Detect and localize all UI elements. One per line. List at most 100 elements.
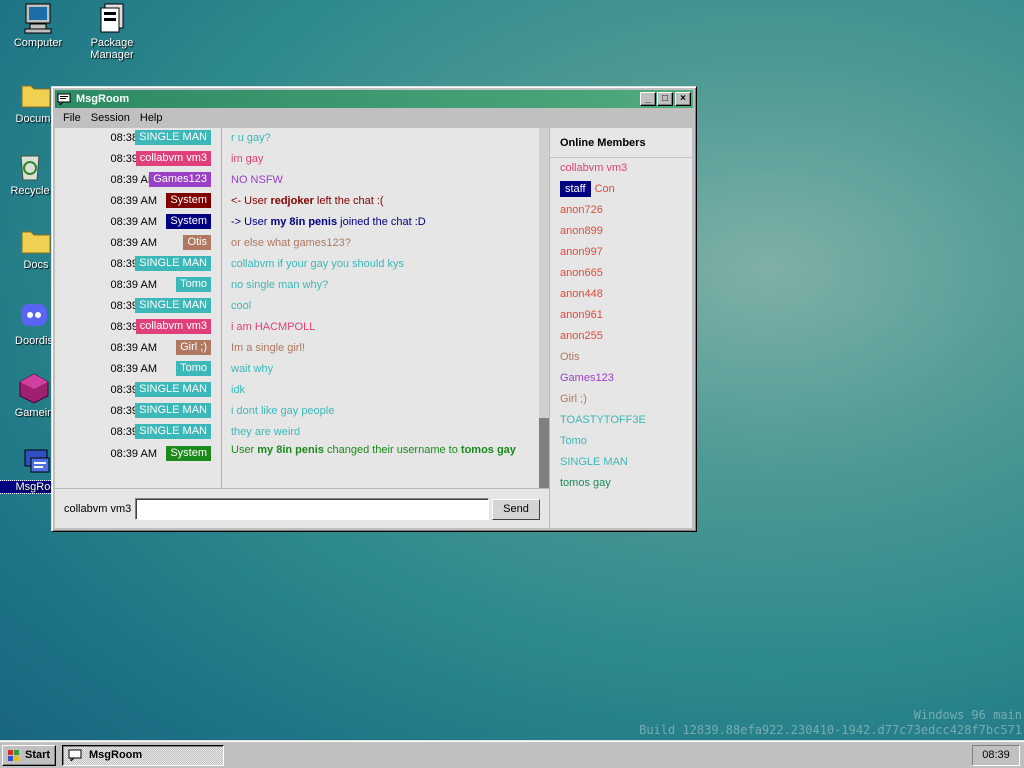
message-username-badge[interactable]: Girl ;) xyxy=(176,340,211,355)
message-text: User my 8in penis changed their username… xyxy=(231,444,521,457)
chat-message-row: 08:39 AM SINGLE MAN collabvm if your gay y… xyxy=(55,254,539,275)
chat-message-row: 08:39 AM SINGLE MAN idk xyxy=(55,380,539,401)
member-name: Tomo xyxy=(560,435,587,447)
recycle-bin-icon xyxy=(13,150,47,182)
member-name: Games123 xyxy=(560,372,614,384)
member-item[interactable]: anon665 xyxy=(550,263,692,284)
menu-file[interactable]: File xyxy=(58,112,86,124)
chat-message-row: 08:39 AM SINGLE MAN cool xyxy=(55,296,539,317)
message-username-badge[interactable]: Tomo xyxy=(176,277,211,292)
chat-scrollbar[interactable] xyxy=(539,128,549,488)
message-text: collabvm if your gay you should kys xyxy=(231,258,405,270)
menu-help[interactable]: Help xyxy=(135,112,168,124)
chat-message-row: 08:39 AM System <- User redjoker left the … xyxy=(55,191,539,212)
menu-session[interactable]: Session xyxy=(86,112,135,124)
message-username-mention: my 8in penis xyxy=(270,216,338,228)
message-username-mention: redjoker xyxy=(270,195,314,207)
message-username-badge[interactable]: SINGLE MAN xyxy=(135,130,211,145)
member-item[interactable]: anon899 xyxy=(550,221,692,242)
msgroom-window[interactable]: MsgRoom _ □ × File Session Help 08:38 AM… xyxy=(51,86,697,532)
message-username-badge[interactable]: SINGLE MAN xyxy=(135,403,211,418)
message-text: Im a single girl! xyxy=(231,342,305,354)
member-item[interactable]: Tomo xyxy=(550,431,692,452)
member-item[interactable]: Otis xyxy=(550,347,692,368)
message-text: i am HACMPOLL xyxy=(231,321,316,333)
window-titlebar[interactable]: MsgRoom _ □ × xyxy=(55,90,693,108)
desktop-icon-computer[interactable]: Computer xyxy=(0,2,76,49)
message-username-badge[interactable]: System xyxy=(166,193,211,208)
member-name: SINGLE MAN xyxy=(560,456,628,468)
message-username-badge[interactable]: collabvm vm3 xyxy=(135,151,211,166)
member-name: Con xyxy=(594,183,615,195)
member-item[interactable]: anon961 xyxy=(550,305,692,326)
chat-bubble-icon xyxy=(57,93,71,107)
minimize-button[interactable]: _ xyxy=(640,92,656,106)
member-item[interactable]: anon997 xyxy=(550,242,692,263)
message-text: -> User my 8in penis joined the chat :D xyxy=(231,216,426,228)
message-text: or else what games123? xyxy=(231,237,351,249)
message-username-badge[interactable]: System xyxy=(166,446,211,461)
message-username-badge[interactable]: System xyxy=(166,214,211,229)
message-timestamp: 08:39 AM xyxy=(110,216,157,228)
message-username-badge[interactable]: Otis xyxy=(183,235,211,250)
start-button[interactable]: Start xyxy=(2,745,56,766)
menu-bar: File Session Help xyxy=(55,108,693,128)
close-button[interactable]: × xyxy=(675,92,691,106)
folder-icon xyxy=(19,78,53,110)
maximize-button[interactable]: □ xyxy=(657,92,673,106)
message-username-badge[interactable]: SINGLE MAN xyxy=(135,298,211,313)
chat-message-row: 08:39 AM Girl ;) Im a single girl! xyxy=(55,338,539,359)
chat-divider xyxy=(221,128,222,488)
member-name: anon448 xyxy=(560,288,603,300)
message-text-part: -> User xyxy=(231,216,271,228)
member-item[interactable]: TOASTYTOFF3E xyxy=(550,410,692,431)
member-item[interactable]: SINGLE MAN xyxy=(550,452,692,473)
chat-message-row: 08:39 AM System -> User my 8in penis joine… xyxy=(55,212,539,233)
member-item[interactable]: Games123 xyxy=(550,368,692,389)
package-manager-icon xyxy=(95,2,129,34)
online-members-panel: Online Members collabvm vm3 staff Con anon7… xyxy=(549,128,692,528)
desktop-icon-label: Package Manager xyxy=(90,37,134,61)
message-text: they are weird xyxy=(231,426,301,438)
message-text: NO NSFW xyxy=(231,174,283,186)
chat-message-row: 08:38 AM SINGLE MAN r u gay? xyxy=(55,128,539,149)
member-item[interactable]: anon726 xyxy=(550,200,692,221)
chat-log[interactable]: 08:38 AM SINGLE MAN r u gay? 08:39 AM collab… xyxy=(55,128,549,488)
message-username-badge[interactable]: collabvm vm3 xyxy=(135,319,211,334)
chat-message-row: 08:39 AM System User my 8in penis changed … xyxy=(55,443,539,473)
chat-message-row: 08:39 AM Tomo no single man why? xyxy=(55,275,539,296)
watermark-line: Build 12839.88efa922.230410-1942.d77c73e… xyxy=(639,723,1022,737)
chat-message-row: 08:39 AM Games123 NO NSFW xyxy=(55,170,539,191)
taskbar-item-msgroom[interactable]: MsgRoom xyxy=(62,745,224,766)
message-text: r u gay? xyxy=(231,132,271,144)
message-text-part: <- User xyxy=(231,195,271,207)
message-text-part: User xyxy=(231,444,258,456)
watermark-line: Windows 96 main xyxy=(913,708,1022,722)
members-list: collabvm vm3 staff Con anon726 anon899 anon99… xyxy=(550,158,692,494)
message-text: <- User redjoker left the chat :( xyxy=(231,195,384,207)
member-item[interactable]: Girl ;) xyxy=(550,389,692,410)
message-text: cool xyxy=(231,300,252,312)
desktop-icon-package-manager[interactable]: Package Manager xyxy=(74,2,150,61)
member-item[interactable]: staff Con xyxy=(550,179,692,200)
taskbar-clock: 08:39 xyxy=(972,745,1020,766)
member-name: anon961 xyxy=(560,309,603,321)
folder-icon xyxy=(19,224,53,256)
game-icon xyxy=(17,372,51,404)
message-input[interactable] xyxy=(135,498,489,520)
member-item[interactable]: collabvm vm3 xyxy=(550,158,692,179)
message-username-badge[interactable]: SINGLE MAN xyxy=(135,424,211,439)
message-username-badge[interactable]: SINGLE MAN xyxy=(135,382,211,397)
send-button[interactable]: Send xyxy=(492,499,540,520)
member-item[interactable]: anon255 xyxy=(550,326,692,347)
taskbar-item-label: MsgRoom xyxy=(89,749,143,761)
message-username-badge[interactable]: Tomo xyxy=(176,361,211,376)
scrollbar-thumb[interactable] xyxy=(539,418,549,488)
current-username: collabvm vm3 xyxy=(64,503,132,515)
member-item[interactable]: anon448 xyxy=(550,284,692,305)
member-item[interactable]: tomos gay xyxy=(550,473,692,494)
member-name: anon899 xyxy=(560,225,603,237)
message-username-badge[interactable]: Games123 xyxy=(149,172,211,187)
message-username-badge[interactable]: SINGLE MAN xyxy=(135,256,211,271)
member-name: tomos gay xyxy=(560,477,611,489)
